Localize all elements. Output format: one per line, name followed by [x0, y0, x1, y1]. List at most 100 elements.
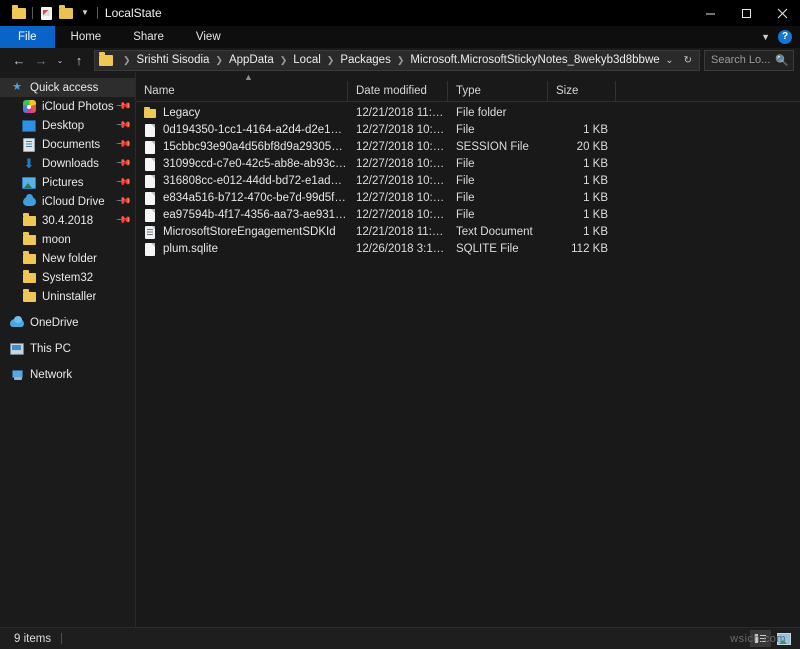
up-button[interactable]: ↑	[68, 49, 90, 71]
sidebar-item-label: iCloud Photos	[42, 100, 114, 113]
sidebar-item-pictures[interactable]: Pictures 📌	[0, 173, 135, 192]
sidebar-item-label: iCloud Drive	[42, 195, 105, 208]
file-size-cell: 112 KB	[571, 243, 608, 255]
column-header-size[interactable]: Size	[548, 81, 616, 101]
address-dropdown-icon[interactable]: ⌄	[660, 55, 678, 66]
pin-icon[interactable]: 📌	[114, 212, 131, 229]
table-row[interactable]: 0d194350-1cc1-4164-a2d4-d2e137a0a39f 12/…	[136, 122, 800, 139]
pin-icon[interactable]: 📌	[114, 193, 131, 210]
sidebar-item-documents[interactable]: Documents 📌	[0, 135, 135, 154]
table-row[interactable]: Legacy 12/21/2018 11:12 ... File folder	[136, 105, 800, 122]
file-date-cell: 12/27/2018 10:05 ...	[356, 209, 448, 221]
sidebar-item-icloud-photos[interactable]: iCloud Photos 📌	[0, 97, 135, 116]
file-type-cell: SESSION File	[456, 141, 529, 153]
file-size-cell: 1 KB	[583, 175, 608, 187]
file-icon	[144, 158, 156, 172]
sidebar-item-network[interactable]: Network	[0, 365, 135, 384]
tab-share[interactable]: Share	[117, 26, 180, 48]
file-name-cell: ea97594b-4f17-4356-aa73-ae93139cb43d	[136, 207, 348, 224]
table-row[interactable]: plum.sqlite 12/26/2018 3:17 PM SQLITE Fi…	[136, 241, 800, 258]
file-date-cell: 12/27/2018 10:05 ...	[356, 124, 448, 136]
refresh-icon[interactable]: ↻	[679, 55, 697, 66]
window-controls	[692, 0, 800, 26]
sidebar-item-new-folder[interactable]: New folder	[0, 249, 135, 268]
details-view-button[interactable]	[750, 630, 771, 647]
new-folder-icon[interactable]	[56, 3, 76, 23]
table-row[interactable]: e834a516-b712-470c-be7d-99d5fc4e7c16 12/…	[136, 190, 800, 207]
sidebar-item-desktop[interactable]: Desktop 📌	[0, 116, 135, 135]
sidebar-item-moon[interactable]: moon	[0, 230, 135, 249]
file-type-cell: SQLITE File	[456, 243, 519, 255]
help-icon[interactable]: ?	[778, 30, 792, 44]
search-input[interactable]: Search Lo... 🔍	[704, 49, 794, 71]
breadcrumb-item-appdata[interactable]: AppData	[228, 54, 275, 66]
folder-icon	[144, 106, 156, 121]
icloud-drive-icon	[22, 194, 36, 209]
file-date-cell: 12/27/2018 10:05 ...	[356, 175, 448, 187]
back-button[interactable]: ←	[8, 49, 30, 71]
window-body: ★ Quick access iCloud Photos 📌 Desktop 📌…	[0, 72, 800, 627]
minimize-button[interactable]	[692, 0, 728, 26]
sidebar-item-system32[interactable]: System32	[0, 268, 135, 287]
tab-home[interactable]: Home	[55, 26, 118, 48]
file-date-cell: 12/27/2018 10:05 ...	[356, 192, 448, 204]
text-document-icon	[144, 226, 156, 240]
pin-icon[interactable]: 📌	[114, 136, 131, 153]
properties-icon[interactable]	[36, 3, 56, 23]
sidebar-item-label: Network	[30, 368, 73, 381]
file-icon	[144, 124, 156, 138]
sidebar-item-label: Downloads	[42, 157, 99, 170]
tab-view[interactable]: View	[180, 26, 237, 48]
column-header-type[interactable]: Type	[448, 81, 548, 101]
table-row[interactable]: 31099ccd-c7e0-42c5-ab8e-ab93cc967527 12/…	[136, 156, 800, 173]
customize-caret-icon[interactable]: ▼	[76, 9, 94, 17]
search-placeholder: Search Lo...	[711, 54, 771, 66]
sidebar-item-onedrive[interactable]: OneDrive	[0, 313, 135, 332]
file-rows: Legacy 12/21/2018 11:12 ... File folder …	[136, 102, 800, 627]
qat-divider	[32, 7, 33, 19]
breadcrumb-item-local[interactable]: Local	[292, 54, 322, 66]
file-icon	[144, 209, 156, 223]
pin-icon[interactable]: 📌	[114, 98, 131, 115]
breadcrumb-item-packages[interactable]: Packages	[339, 54, 392, 66]
sidebar-item-icloud-drive[interactable]: iCloud Drive 📌	[0, 192, 135, 211]
pin-icon[interactable]: 📌	[114, 117, 131, 134]
breadcrumb-item-user[interactable]: Srishti Sisodia	[136, 54, 211, 66]
tab-file[interactable]: File	[0, 26, 55, 48]
file-explorer-window: ▼ LocalState File Home Share View ▼ ? ← …	[0, 0, 800, 649]
close-button[interactable]	[764, 0, 800, 26]
pin-icon[interactable]: 📌	[114, 174, 131, 191]
table-row[interactable]: 15cbbc93e90a4d56bf8d9a29305b8981.sto... …	[136, 139, 800, 156]
sidebar-item-downloads[interactable]: ⬇ Downloads 📌	[0, 154, 135, 173]
file-type-cell: File	[456, 158, 475, 170]
folder-icon	[22, 213, 36, 228]
sidebar-item-uninstaller[interactable]: Uninstaller	[0, 287, 135, 306]
table-row[interactable]: ea97594b-4f17-4356-aa73-ae93139cb43d 12/…	[136, 207, 800, 224]
forward-button[interactable]: →	[30, 49, 52, 71]
file-size-cell: 1 KB	[583, 209, 608, 221]
table-row[interactable]: 316808cc-e012-44dd-bd72-e1ad421fb827 12/…	[136, 173, 800, 190]
column-header-name[interactable]: Name	[136, 81, 348, 101]
recent-locations-icon[interactable]: ⌄	[52, 49, 68, 71]
chevron-down-icon[interactable]: ▼	[755, 32, 776, 42]
table-row[interactable]: MicrosoftStoreEngagementSDKId 12/21/2018…	[136, 224, 800, 241]
search-icon[interactable]: 🔍	[775, 54, 789, 67]
address-path-field[interactable]: ❯ Srishti Sisodia ❯ AppData ❯ Local ❯ Pa…	[94, 49, 700, 71]
status-divider	[61, 633, 63, 644]
folder-icon[interactable]	[9, 3, 29, 23]
file-size-cell: 1 KB	[583, 192, 608, 204]
file-type-cell: Text Document	[456, 226, 533, 238]
quick-access-toolbar: ▼ LocalState	[0, 3, 162, 23]
pin-icon[interactable]: 📌	[114, 155, 131, 172]
file-name-cell: MicrosoftStoreEngagementSDKId	[136, 224, 348, 241]
breadcrumb-item-package[interactable]: Microsoft.MicrosoftStickyNotes_8wekyb3d8…	[409, 54, 660, 66]
file-date-cell: 12/27/2018 10:05 ...	[356, 158, 448, 170]
breadcrumb-separator: ❯	[123, 54, 131, 65]
sidebar-item-30-4-2018[interactable]: 30.4.2018 📌	[0, 211, 135, 230]
sidebar-item-this-pc[interactable]: This PC	[0, 339, 135, 358]
sidebar-item-quick-access[interactable]: ★ Quick access	[0, 78, 135, 97]
maximize-button[interactable]	[728, 0, 764, 26]
large-icons-view-button[interactable]	[773, 630, 794, 647]
column-header-date-modified[interactable]: Date modified	[348, 81, 448, 101]
